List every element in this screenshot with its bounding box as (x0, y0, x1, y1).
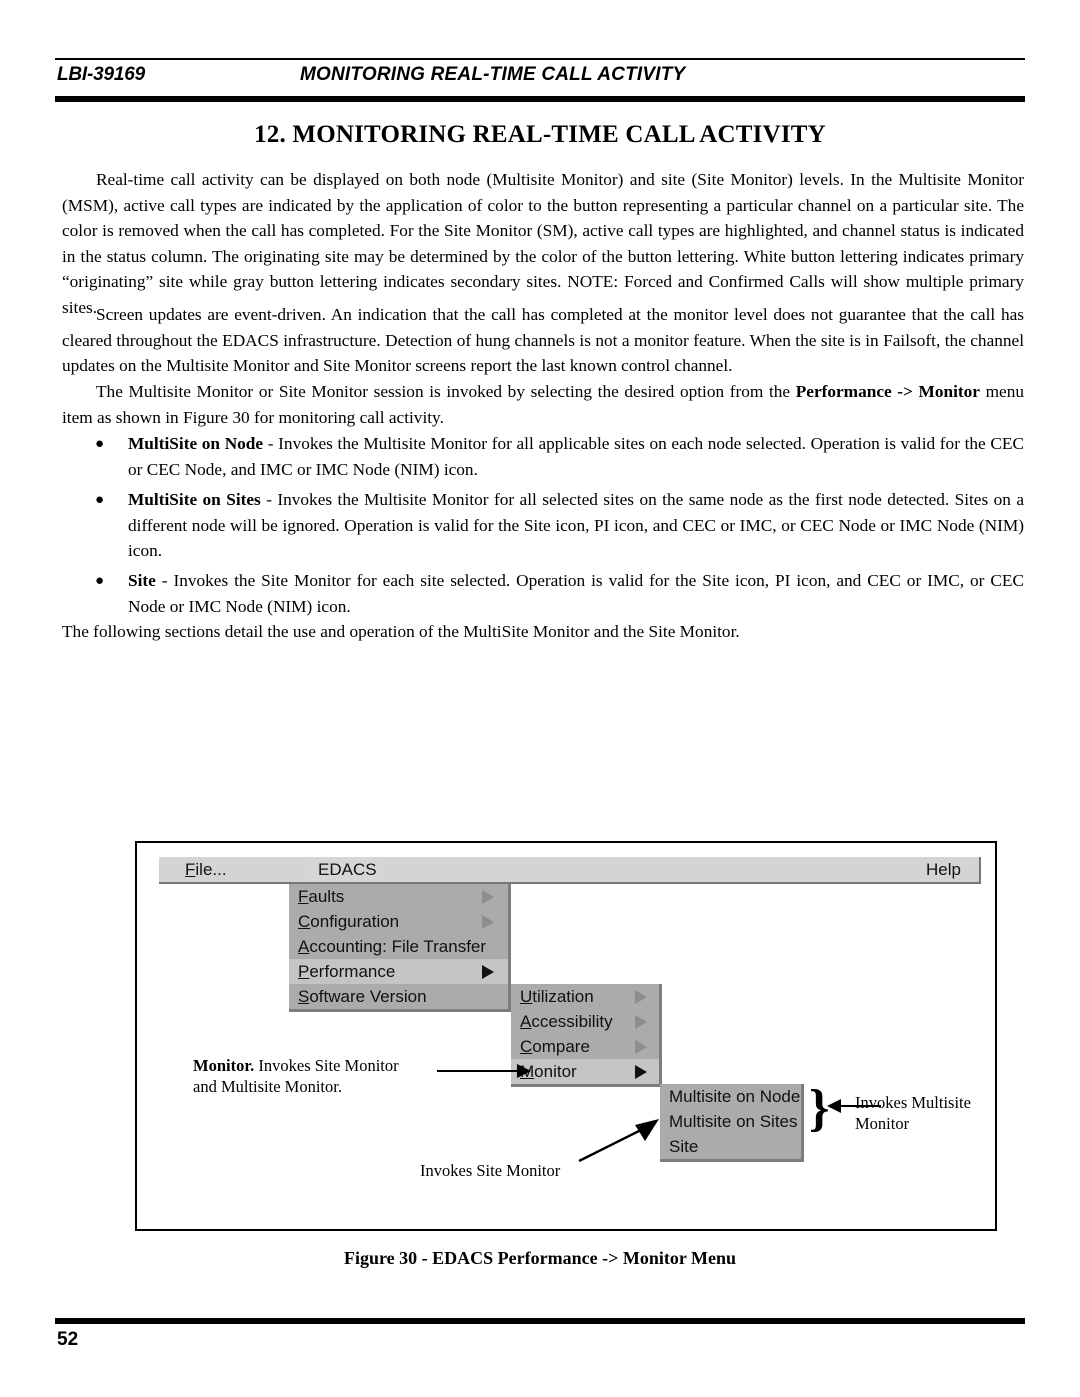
submenu-arrow-icon (635, 1014, 647, 1029)
menu-item-accessibility[interactable]: Accessibility (511, 1009, 659, 1034)
menu-item-mnemonic: C (298, 912, 311, 931)
menu-item-accounting-file-transfer[interactable]: Accounting: File Transfer (289, 934, 508, 959)
closing-paragraph: The following sections detail the use an… (62, 622, 740, 641)
menu-item-mnemonic: A (520, 1012, 532, 1031)
annotation-monitor-line2: and Multisite Monitor. (193, 1077, 342, 1096)
list-item: ● MultiSite on Node - Invokes the Multis… (62, 431, 1024, 482)
menu-item-mnemonic: C (520, 1037, 533, 1056)
menu-item-utilization[interactable]: Utilization (511, 984, 659, 1009)
list-item-description: - Invokes the Multisite Monitor for all … (128, 490, 1024, 561)
menu-item-mnemonic: A (298, 937, 310, 956)
list-item-term: MultiSite on Sites (128, 490, 261, 509)
menu-item-label: onfiguration (310, 912, 400, 931)
submenu-arrow-icon (482, 914, 494, 929)
paragraph-3: The Multisite Monitor or Site Monitor se… (62, 379, 1024, 430)
submenu-performance: Utilization Accessibility Compare Monito… (511, 984, 662, 1087)
menu-item-site[interactable]: Site (660, 1134, 801, 1159)
menu-file-label: ile... (195, 860, 227, 879)
menu-help-label: Help (926, 860, 961, 879)
bullet-marker-icon: ● (95, 436, 105, 452)
menu-item-multisite-on-sites[interactable]: Multisite on Sites (660, 1109, 801, 1134)
annotation-monitor-term: Monitor. (193, 1056, 255, 1075)
menu-item-label: aults (308, 887, 345, 906)
application-menu-bar: File... EDACS Help (159, 857, 981, 884)
menu-item-monitor[interactable]: Monitor (511, 1059, 659, 1084)
paragraph-1: Real-time call activity can be displayed… (62, 170, 1024, 317)
footer-rule (55, 1318, 1025, 1324)
menu-item-mnemonic: U (520, 987, 533, 1006)
menu-item-label: Multisite on Node (669, 1087, 801, 1106)
annotation-monitor-text: Invokes Site Monitor (254, 1056, 399, 1075)
annotation-multisite-line1: Invokes Multisite (855, 1093, 971, 1112)
annotation-multisite-line2: Monitor (855, 1114, 910, 1133)
bullet-marker-icon: ● (95, 573, 105, 589)
submenu-monitor: Multisite on Node Multisite on Sites Sit… (660, 1084, 804, 1162)
list-item-description: - Invokes the Multisite Monitor for all … (128, 434, 1024, 479)
paragraph-3-menu-path: Performance -> Monitor (795, 382, 980, 401)
menu-item-label: Multisite on Sites (669, 1112, 798, 1131)
menu-help[interactable]: Help (926, 857, 961, 882)
header-document-id: LBI-39169 (57, 64, 145, 85)
figure-30-frame: File... EDACS Help Faults Configuration … (135, 841, 997, 1231)
header-rule-top (55, 58, 1025, 60)
list-item-body: MultiSite on Sites - Invokes the Multisi… (128, 487, 1024, 564)
menu-file[interactable]: File... (185, 857, 227, 882)
list-item-body: Site - Invokes the Site Monitor for each… (128, 568, 1024, 619)
paragraph-3-text-before: The Multisite Monitor or Site Monitor se… (96, 382, 796, 401)
menu-item-performance[interactable]: Performance (289, 959, 508, 984)
submenu-arrow-icon (482, 889, 494, 904)
menu-file-mnemonic: F (185, 860, 196, 879)
submenu-arrow-icon (635, 1039, 647, 1054)
annotation-multisite: Invokes Multisite Monitor (855, 1092, 971, 1134)
menu-item-label: ccounting: File Transfer (309, 937, 487, 956)
menu-item-mnemonic: S (298, 987, 310, 1006)
annotation-monitor-line1: Monitor. Invokes Site Monitor (193, 1055, 399, 1076)
menu-item-faults[interactable]: Faults (289, 884, 508, 909)
submenu-arrow-icon (635, 989, 647, 1004)
list-item-body: MultiSite on Node - Invokes the Multisit… (128, 431, 1024, 482)
menu-item-label: tilization (532, 987, 594, 1006)
menu-item-label: onitor (534, 1062, 577, 1081)
annotation-multisite-arrow-head-icon (827, 1099, 841, 1113)
menu-item-mnemonic: F (298, 887, 309, 906)
menu-edacs[interactable]: EDACS (311, 857, 384, 882)
submenu-arrow-icon (482, 964, 494, 979)
menu-item-mnemonic: P (298, 962, 310, 981)
paragraph-2: Screen updates are event-driven. An indi… (62, 305, 1024, 376)
menu-item-label: oftware Version (309, 987, 427, 1006)
annotation-monitor-arrow-shaft (437, 1070, 519, 1072)
menu-item-label: ccessibility (531, 1012, 613, 1031)
annotation-site: Invokes Site Monitor (420, 1161, 561, 1180)
dropdown-edacs: Faults Configuration Accounting: File Tr… (289, 884, 511, 1012)
menu-item-label: ompare (532, 1037, 590, 1056)
list-item-description: - Invokes the Site Monitor for each site… (128, 571, 1024, 616)
list-item: ● Site - Invokes the Site Monitor for ea… (62, 568, 1024, 619)
bullet-marker-icon: ● (95, 492, 105, 508)
annotation-site-arrow-icon (578, 1119, 659, 1163)
menu-item-software-version[interactable]: Software Version (289, 984, 508, 1009)
list-item: ● MultiSite on Sites - Invokes the Multi… (62, 487, 1024, 564)
menu-item-configuration[interactable]: Configuration (289, 909, 508, 934)
annotation-monitor-arrow-head-icon (517, 1064, 531, 1078)
figure-caption: Figure 30 - EDACS Performance -> Monitor… (343, 1248, 737, 1268)
header-running-title: MONITORING REAL-TIME CALL ACTIVITY (300, 64, 686, 85)
menu-edacs-label: EDACS (318, 860, 377, 879)
list-item-term: MultiSite on Node (128, 434, 264, 453)
menu-item-label: erformance (309, 962, 396, 981)
header-rule-bottom (55, 96, 1025, 102)
submenu-arrow-icon (635, 1064, 647, 1079)
menu-item-multisite-on-node[interactable]: Multisite on Node (660, 1084, 801, 1109)
page-number: 52 (57, 1329, 79, 1350)
annotation-monitor: Monitor. Invokes Site Monitor and Multis… (193, 1055, 399, 1097)
list-item-term: Site (128, 571, 156, 590)
menu-item-compare[interactable]: Compare (511, 1034, 659, 1059)
page-title: 12. MONITORING REAL-TIME CALL ACTIVITY (254, 121, 826, 148)
document-page: LBI-39169 MONITORING REAL-TIME CALL ACTI… (0, 0, 1080, 1397)
